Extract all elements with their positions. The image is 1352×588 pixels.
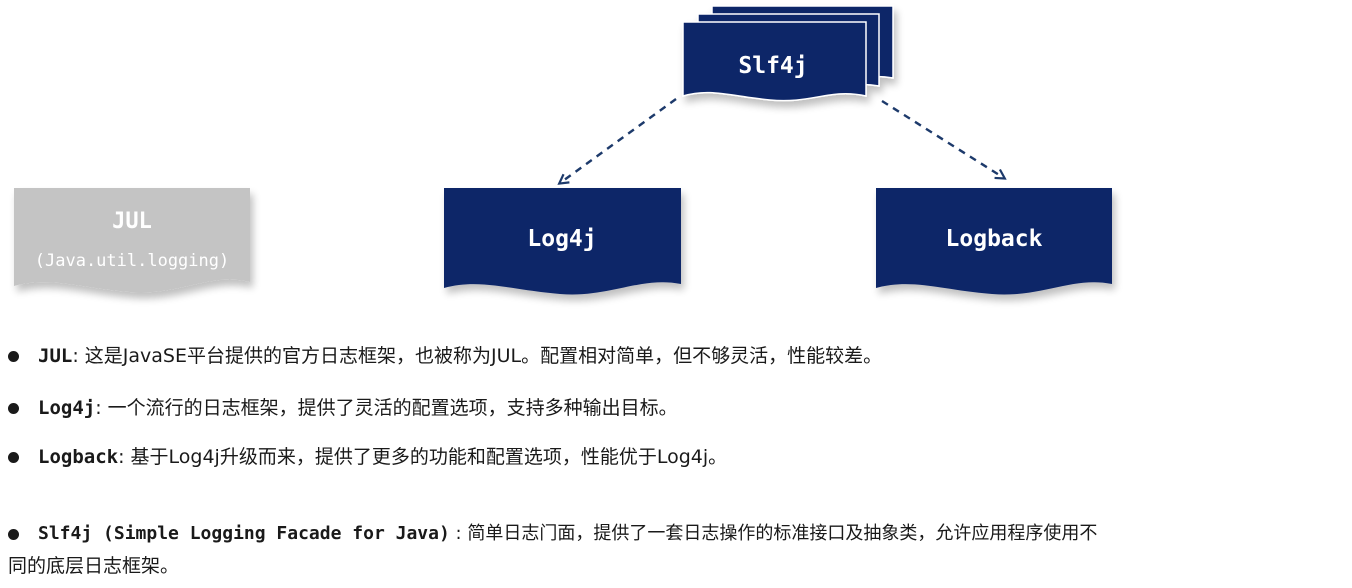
bullet-dot [8, 351, 19, 362]
bullet-term: Logback [38, 446, 119, 468]
bullet-term: Log4j [38, 397, 96, 419]
bullet-separator: : [118, 446, 131, 468]
bullet-description: 这是JavaSE平台提供的官方日志框架，也被称为JUL。配置相对简单，但不够灵活… [84, 345, 883, 367]
bullet-dot [8, 403, 19, 414]
bullet-list: JUL: 这是JavaSE平台提供的官方日志框架，也被称为JUL。配置相对简单，… [0, 0, 1352, 588]
bullet-description: 一个流行的日志框架，提供了灵活的配置选项，支持多种输出目标。 [107, 397, 678, 419]
bullet-description: 基于Log4j升级而来，提供了更多的功能和配置选项，性能优于Log4j。 [130, 446, 728, 468]
bullet-term: JUL [38, 345, 73, 367]
bullet-description: 简单日志门面，提供了一套日志操作的标准接口及抽象类，允许应用程序使用不 [467, 523, 1098, 544]
bullet-separator: : [72, 345, 85, 367]
bullet-description-continued: 同的底层日志框架。 [8, 555, 180, 577]
bullet-term: Slf4j (Simple Logging Facade for Java) [38, 523, 450, 544]
bullet-separator: : [449, 523, 468, 544]
bullet-dot [8, 529, 19, 540]
bullet-dot [8, 452, 19, 463]
bullet-separator: : [95, 397, 108, 419]
